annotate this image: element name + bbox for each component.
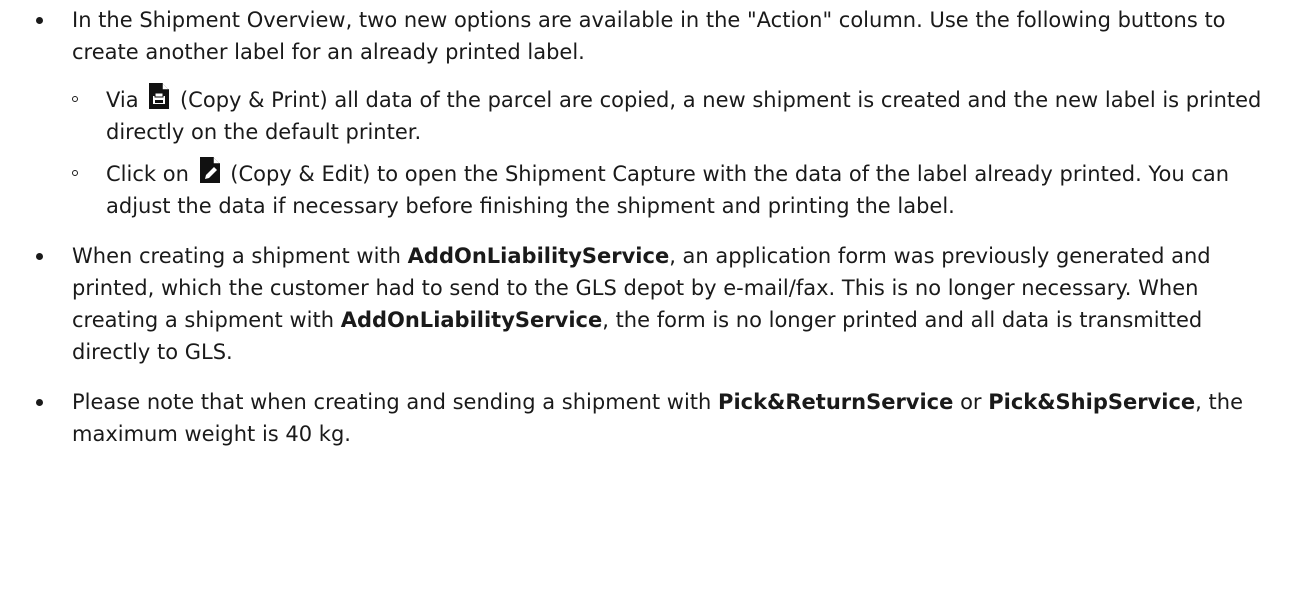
sub-bullet-circle xyxy=(72,96,78,102)
copy-edit-icon xyxy=(198,156,222,184)
bullet-text-part: When creating a shipment with xyxy=(72,244,401,268)
sub-item-copy-edit: Click on (Copy & Edit) to open the Shipm… xyxy=(72,156,1287,222)
bullet-list: In the Shipment Overview, two new option… xyxy=(36,4,1287,450)
bullet-text: In the Shipment Overview, two new option… xyxy=(72,8,1226,64)
copy-print-icon xyxy=(147,82,171,110)
bullet-item-shipment-overview: In the Shipment Overview, two new option… xyxy=(36,4,1287,222)
sub-bullet-list: Via (Copy & Print) all data of the parce… xyxy=(72,82,1287,222)
bullet-dot xyxy=(36,17,43,24)
sub-bullet-circle xyxy=(72,170,78,176)
bullet-item-pick-services: Please note that when creating and sendi… xyxy=(36,386,1287,450)
sub-item-copy-print: Via (Copy & Print) all data of the parce… xyxy=(72,82,1287,148)
sub-item-after-text: (Copy & Print) all data of the parcel ar… xyxy=(106,88,1262,144)
sub-item-after-text: (Copy & Edit) to open the Shipment Captu… xyxy=(106,162,1230,218)
service-name: AddOnLiabilityService xyxy=(407,244,670,268)
service-name: Pick&ShipService xyxy=(988,390,1196,414)
service-name: AddOnLiabilityService xyxy=(340,308,603,332)
bullet-item-addon-liability: When creating a shipment with AddOnLiabi… xyxy=(36,240,1287,368)
bullet-dot xyxy=(36,399,43,406)
bullet-text-part: Please note that when creating and sendi… xyxy=(72,390,712,414)
document-body: In the Shipment Overview, two new option… xyxy=(0,0,1307,450)
bullet-text-part: or xyxy=(960,390,982,414)
service-name: Pick&ReturnService xyxy=(718,390,954,414)
bullet-dot xyxy=(36,253,43,260)
sub-item-before-text: Click on xyxy=(106,162,189,186)
sub-item-before-text: Via xyxy=(106,88,139,112)
